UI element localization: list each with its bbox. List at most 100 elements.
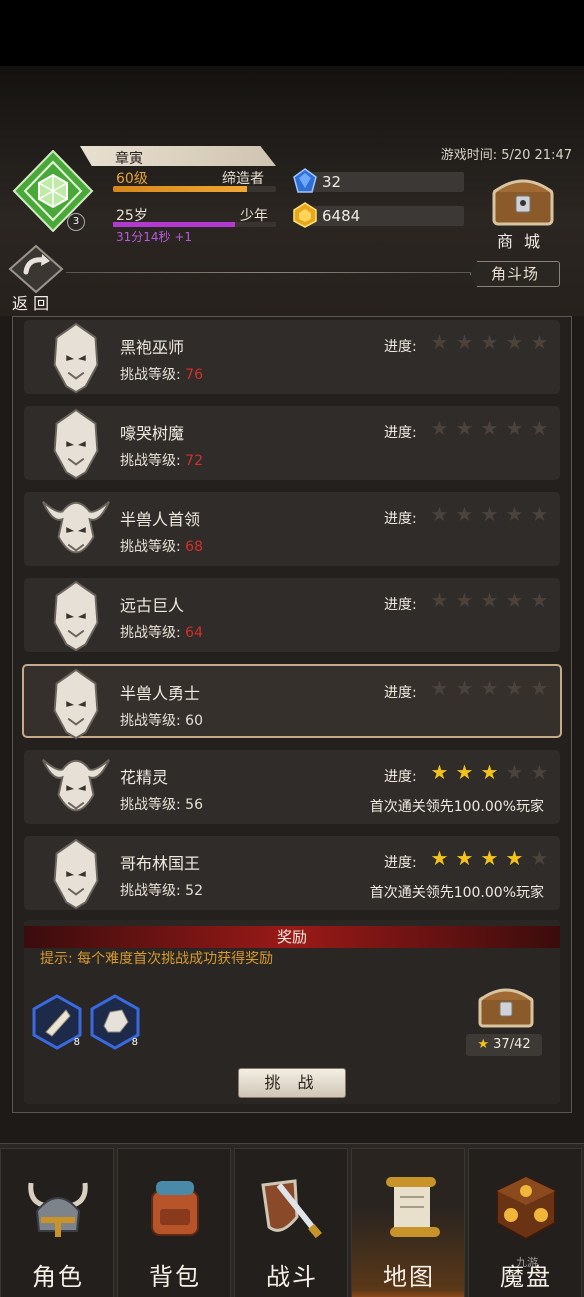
boss-row[interactable]: 半兽人勇士 挑战等级: 60 进度: ★ ★ ★ ★ ★ (22, 664, 562, 740)
first-clear-text: 首次通关领先100.00%玩家 (369, 799, 544, 815)
tab-role[interactable]: 角色 (0, 1148, 114, 1297)
boss-level: 挑战等级: 76 (120, 364, 203, 384)
boss-level-label: 挑战等级: (120, 713, 181, 729)
boss-level-label: 挑战等级: (120, 539, 181, 555)
tab-magic-disk[interactable]: 魔盘 (468, 1148, 582, 1297)
first-clear-text: 首次通关领先100.00%玩家 (369, 885, 544, 901)
star-icon: ★ (505, 588, 524, 612)
star-icon: ★ (480, 760, 499, 784)
star-icon: ★ (455, 846, 474, 870)
backpack-icon (151, 1181, 199, 1236)
boss-level: 挑战等级: 52 (120, 880, 203, 900)
boss-mask-icon (53, 580, 99, 652)
player-title: 缔造者 (222, 171, 264, 187)
boss-level-value: 76 (185, 367, 203, 383)
boss-row[interactable]: 远古巨人 挑战等级: 64 进度: ★ ★ ★ ★ ★ (24, 578, 560, 652)
tab-label: 角色 (32, 1263, 84, 1291)
challenge-button[interactable]: 挑 战 (238, 1068, 346, 1098)
boss-level-value: 52 (185, 883, 203, 899)
gold-value: 6484 (322, 207, 361, 225)
star-icon: ★ (455, 588, 474, 612)
progress-label: 进度: (384, 685, 417, 701)
progress-label: 进度: (384, 769, 417, 785)
star-icon: ★ (430, 846, 449, 870)
player-level: 60级 (116, 171, 148, 187)
reward-title: 奖励 (24, 926, 560, 948)
boss-row[interactable]: 花精灵挑战等级: 56 进度: ★ ★ ★ ★ ★ 首次通关领先100.00%玩家 (24, 750, 560, 824)
shop-label: 商 城 (496, 232, 544, 251)
star-icon: ★ (430, 416, 449, 440)
star-icon: ★ (505, 330, 524, 354)
player-name: 章寅 (115, 151, 143, 167)
back-button[interactable]: 返 回 (6, 244, 66, 313)
star-icon: ★ (455, 760, 474, 784)
boss-name: 黑袍巫师 (120, 338, 185, 357)
progress-label: 进度: (384, 597, 417, 613)
map-scroll-icon (386, 1177, 440, 1237)
star-icon: ★ (530, 416, 549, 440)
boss-list[interactable]: 黑袍巫师 挑战等级: 76 进度: ★ ★ ★ ★ ★ 嚎哭树魔 挑战等级: 72 进度: ★ ★ ★ ★ ★… (22, 320, 562, 918)
boss-level-label: 挑战等级: (120, 883, 181, 899)
boss-row[interactable]: 半兽人首领 挑战等级: 68 进度: ★ ★ ★ ★ ★ (24, 492, 560, 566)
boss-level-label: 挑战等级: (120, 625, 181, 641)
star-rating: ★ ★ ★ ★ ★ (429, 848, 550, 869)
sword-shield-icon (261, 1179, 322, 1239)
star-icon: ★ (430, 760, 449, 784)
boss-name: 半兽人首领 (120, 510, 201, 529)
star-icon: ★ (480, 330, 499, 354)
shop-button[interactable]: 商 城 (490, 172, 560, 254)
boss-mask-icon (53, 668, 99, 740)
reward-chest-icon[interactable] (476, 982, 536, 1030)
boss-level-label: 挑战等级: (120, 797, 181, 813)
back-label: 返 回 (12, 294, 50, 313)
magic-cube-icon (496, 1175, 556, 1241)
reward-hint: 提示: 每个难度首次挑战成功获得奖励 (40, 951, 274, 967)
star-rating: ★ ★ ★ ★ ★ (429, 332, 550, 353)
progress-label: 进度: (384, 855, 417, 871)
star-icon: ★ (505, 502, 524, 526)
boss-level: 挑战等级: 56 (120, 794, 203, 814)
star-icon: ★ (505, 676, 524, 700)
name-banner (80, 146, 276, 166)
boss-level-value: 64 (185, 625, 203, 641)
progress-label: 进度: (384, 339, 417, 355)
star-icon: ★ (430, 330, 449, 354)
progress-label: 进度: (384, 511, 417, 527)
boss-level-label: 挑战等级: (120, 453, 181, 469)
star-icon: ★ (530, 502, 549, 526)
star-icon: ★ (480, 416, 499, 440)
boss-row[interactable]: 黑袍巫师挑战等级: 76 进度: ★ ★ ★ ★ ★ (24, 320, 560, 394)
age-bar (113, 222, 276, 227)
boss-mask-icon (53, 408, 99, 480)
watermark: 九游 (516, 1256, 538, 1269)
tab-battle[interactable]: 战斗 (234, 1148, 348, 1297)
boss-row[interactable]: 嚎哭树魔 挑战等级: 72 进度: ★ ★ ★ ★ ★ (24, 406, 560, 480)
star-icon: ★ (455, 676, 474, 700)
helmet-icon (28, 1182, 88, 1237)
star-icon: ★ (530, 760, 549, 784)
star-icon: ★ (505, 846, 524, 870)
reward-item-ore[interactable]: 8 (90, 994, 140, 1050)
star-rating: ★ ★ ★ ★ ★ (429, 762, 550, 783)
star-icon: ★ (455, 416, 474, 440)
star-rating: ★ ★ ★ ★ ★ (429, 418, 550, 439)
star-icon: ★ (455, 502, 474, 526)
star-icon: ★ (480, 588, 499, 612)
star-icon: ★ (430, 502, 449, 526)
tab-map[interactable]: 地图 (351, 1148, 465, 1297)
tab-backpack[interactable]: 背包 (117, 1148, 231, 1297)
boss-level: 挑战等级: 64 (120, 622, 203, 642)
return-arrow-icon (8, 244, 64, 294)
star-icon: ★ (480, 676, 499, 700)
boss-mask-icon (53, 838, 99, 910)
boss-name: 花精灵 (120, 768, 169, 787)
progress-label: 进度: (384, 425, 417, 441)
boss-mask-icon (53, 322, 99, 394)
reward-item-scroll[interactable]: 8 (32, 994, 82, 1050)
boss-name: 哥布林国王 (120, 854, 201, 873)
boss-level-value: 60 (185, 713, 203, 729)
bottom-nav: 角色 背包 战斗 地图 魔盘 (0, 1143, 584, 1297)
boss-row[interactable]: 哥布林国王挑战等级: 52 进度: ★ ★ ★ ★ ★ 首次通关领先100.00%玩家 (24, 836, 560, 910)
age-fill (113, 222, 236, 227)
star-icon: ★ (480, 846, 499, 870)
